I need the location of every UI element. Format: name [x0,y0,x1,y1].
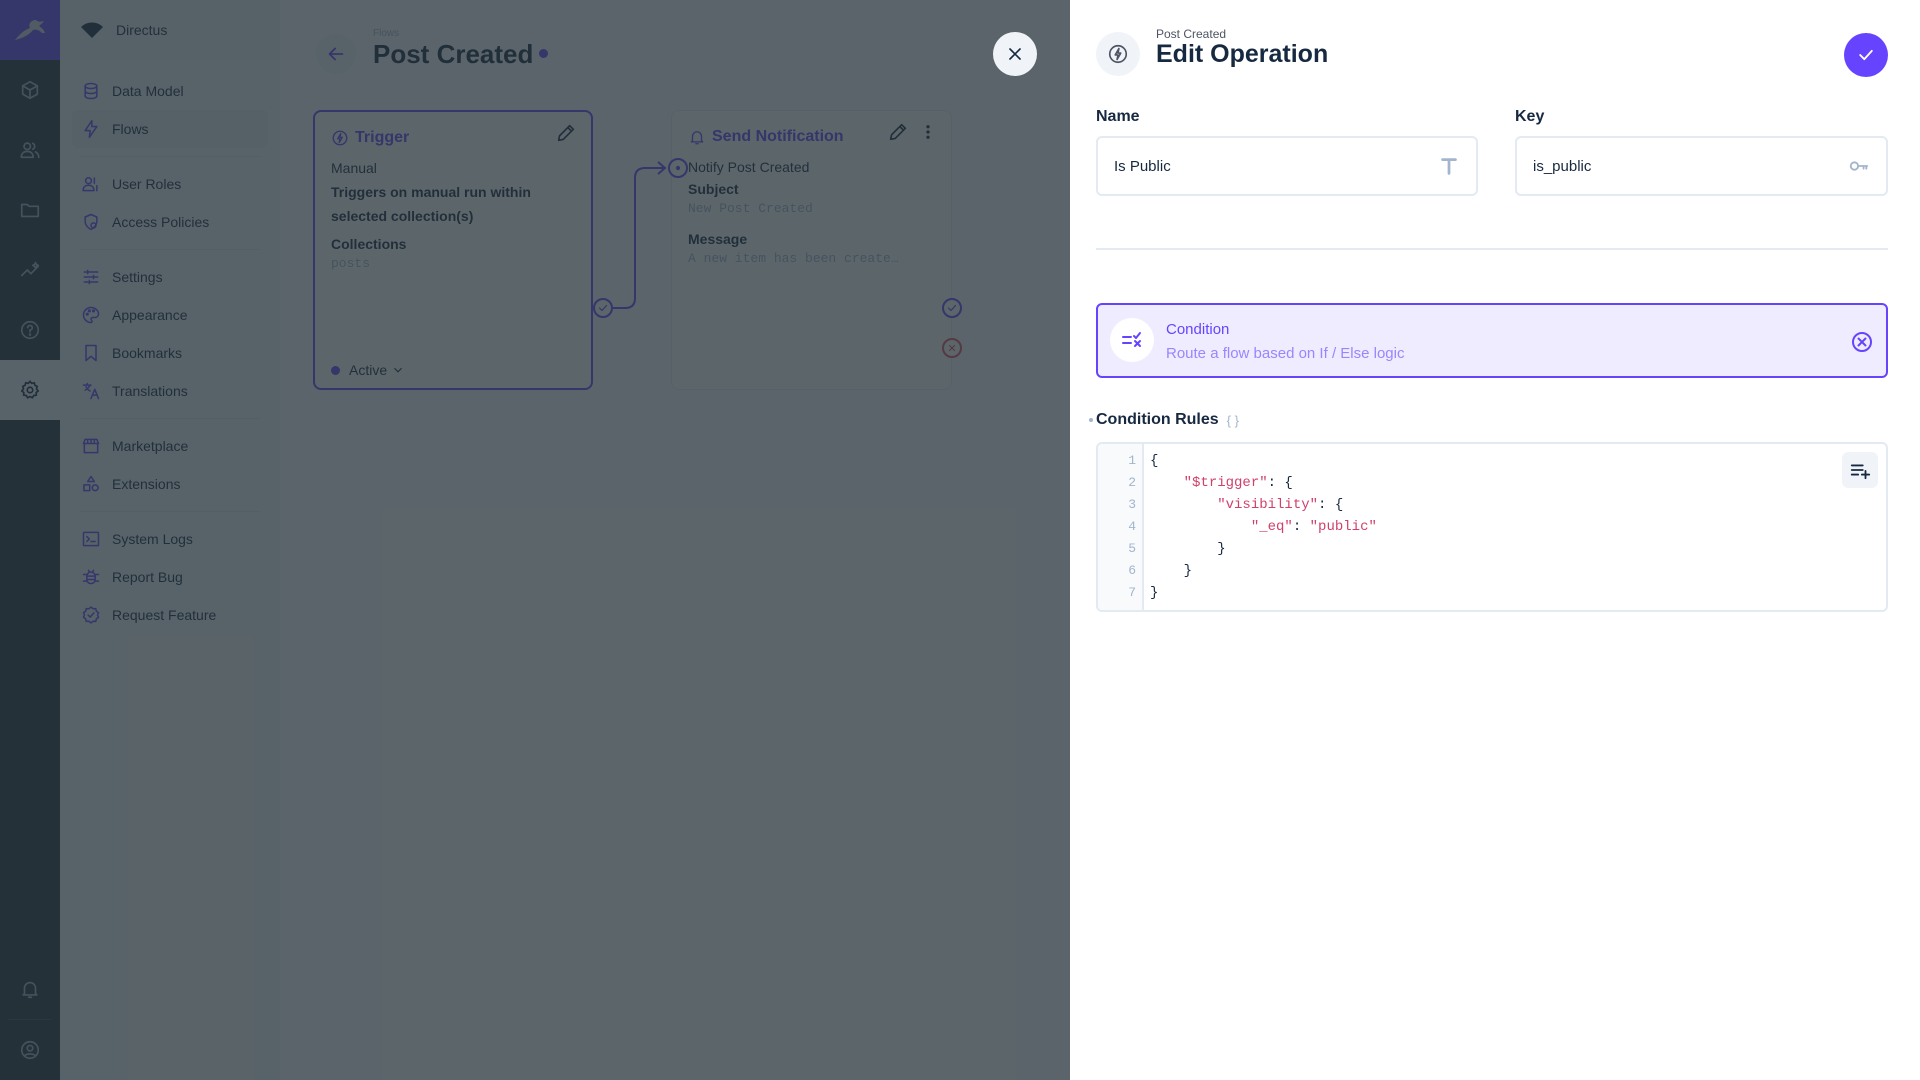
line-number: 3 [1128,497,1136,512]
code-line: "_eq": "public" [1150,516,1377,538]
code-lines[interactable]: { "$trigger": { "visibility": { "_eq": "… [1150,450,1377,604]
save-button[interactable] [1844,33,1888,77]
code-punctuation-token: : { [1267,475,1293,491]
required-indicator [1089,418,1093,422]
code-line: "visibility": { [1150,494,1377,516]
name-input[interactable]: Is Public [1096,136,1478,196]
operation-type-badge [1110,318,1154,362]
drawer-title: Edit Operation [1156,40,1329,68]
rule-icon [1122,332,1141,347]
playlist-add-icon [1850,464,1871,480]
line-number: 1 [1128,453,1136,468]
drawer-breadcrumb: Post Created [1156,27,1227,41]
text-type-icon [1441,158,1457,175]
condition-rules-text: Condition Rules [1096,411,1219,428]
code-punctuation-token: } [1150,585,1159,601]
code-punctuation-token: : [1292,519,1310,535]
line-number: 7 [1128,585,1136,600]
name-label: Name [1096,108,1140,125]
line-number-gutter: 1 2 3 4 5 6 7 [1098,444,1144,610]
code-line: { [1150,450,1377,472]
key-icon [1849,161,1869,171]
code-punctuation-token: : { [1318,497,1344,513]
condition-rules-editor[interactable]: 1234567 { "$trigger": { "visibility": { … [1096,442,1888,612]
code-string-token: "_eq" [1250,519,1293,535]
raw-value-icon[interactable]: { } [1227,413,1239,428]
code-punctuation-token: { [1150,453,1159,469]
edit-operation-drawer: Post Created Edit Operation Name Is Publ… [1070,0,1920,1080]
line-number: 6 [1128,563,1136,578]
insert-snippet-button[interactable] [1842,452,1878,488]
operation-type-name: Condition [1166,321,1230,338]
operation-type-description: Route a flow based on If / Else logic [1166,345,1405,362]
line-number: 5 [1128,541,1136,556]
name-input-value: Is Public [1114,157,1171,175]
code-punctuation-token: } [1150,541,1226,557]
code-punctuation-token: } [1150,563,1193,579]
code-punctuation-token [1150,475,1184,491]
code-line: } [1150,582,1377,604]
operation-type-card[interactable]: Condition Route a flow based on If / Els… [1096,303,1888,378]
code-string-token: "visibility" [1217,497,1319,513]
line-number: 2 [1128,475,1136,490]
check-icon [1859,49,1873,61]
bolt-circle-icon [1108,44,1128,64]
key-input[interactable]: is_public [1515,136,1888,196]
key-label: Key [1515,108,1545,125]
drawer-icon [1096,32,1140,76]
code-punctuation-token [1150,519,1251,535]
code-punctuation-token [1150,497,1217,513]
condition-rules-label: Condition Rules { } [1096,411,1239,429]
close-icon [1009,48,1021,60]
close-drawer-button[interactable] [993,32,1037,76]
code-line: "$trigger": { [1150,472,1377,494]
line-number: 4 [1128,519,1136,534]
key-input-value: is_public [1533,157,1592,175]
code-string-token: "public" [1309,519,1377,535]
modal-overlay[interactable] [0,0,1070,1080]
code-line: } [1150,538,1377,560]
section-divider [1096,248,1888,250]
remove-operation-type-button[interactable] [1850,330,1874,354]
code-string-token: "$trigger" [1183,475,1268,491]
code-line: } [1150,560,1377,582]
cancel-circle-icon [1852,332,1872,352]
